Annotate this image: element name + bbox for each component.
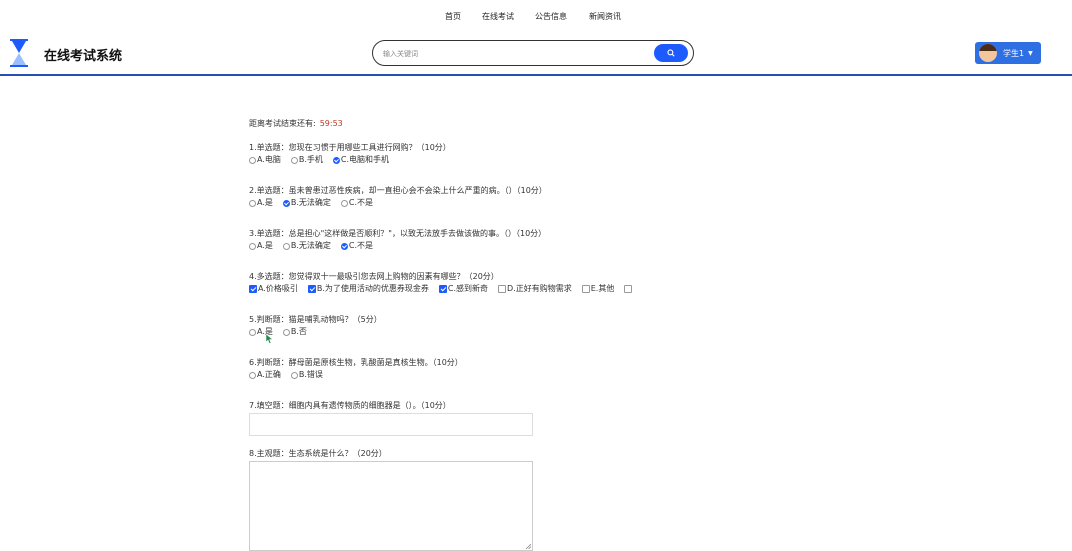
timer-value: 59:53	[319, 119, 343, 128]
exam-timer: 距离考试结束还有: 59:53	[249, 118, 343, 129]
option-q3-b[interactable]: B.无法确定	[282, 240, 331, 252]
option-q5-b[interactable]: B.否	[282, 326, 307, 338]
question-6: 6.判断题：酵母菌是原核生物，乳酸菌是真核生物。（10分） A.正确 B.错误	[249, 357, 463, 381]
option-q3-a[interactable]: A.是	[249, 240, 273, 252]
radio-unchecked-icon[interactable]	[290, 156, 298, 164]
option-q1-a[interactable]: A.电脑	[249, 154, 281, 166]
user-menu-button[interactable]: 学生1 ▼	[975, 42, 1041, 64]
checkbox-checked-icon[interactable]	[438, 285, 447, 293]
option-q2-c[interactable]: C.不是	[340, 197, 373, 209]
checkbox-unchecked-icon[interactable]	[498, 285, 507, 293]
radio-unchecked-icon[interactable]	[340, 199, 348, 207]
radio-unchecked-icon[interactable]	[290, 371, 298, 379]
chevron-down-icon: ▼	[1028, 49, 1033, 57]
option-q4-c[interactable]: C.感到新奇	[438, 283, 488, 295]
question-title: 8.主观题：生态系统是什么？（20分）	[249, 449, 387, 458]
checkbox-unchecked-icon[interactable]	[624, 285, 633, 293]
radio-checked-icon[interactable]	[282, 199, 290, 207]
checkbox-checked-icon[interactable]	[249, 285, 257, 293]
radio-checked-icon[interactable]	[340, 242, 348, 250]
question-8: 8.主观题：生态系统是什么？（20分）	[249, 448, 387, 460]
question-title: 5.判断题：猫是哺乳动物吗？（5分）	[249, 315, 382, 324]
question-3: 3.单选题：总是担心"这样做是否顺利？"，以致无法放手去做该做的事。（）（10分…	[249, 228, 546, 252]
option-q6-b[interactable]: B.错误	[290, 369, 323, 381]
checkbox-unchecked-icon[interactable]	[581, 285, 590, 293]
user-name: 学生1	[1003, 48, 1025, 58]
option-q2-a[interactable]: A.是	[249, 197, 273, 209]
option-q4-d[interactable]: D.正好有购物需求	[498, 283, 572, 295]
question-title: 1.单选题：您现在习惯于用哪些工具进行网购？（10分）	[249, 143, 451, 152]
nav-news[interactable]: 新闻资讯	[589, 11, 621, 22]
radio-checked-icon[interactable]	[332, 156, 340, 164]
option-q1-b[interactable]: B.手机	[290, 154, 323, 166]
essay-textarea[interactable]	[249, 461, 533, 551]
nav-home[interactable]: 首页	[445, 11, 461, 22]
fill-blank-input[interactable]	[249, 413, 533, 436]
option-q4-e[interactable]: E.其他	[581, 283, 614, 295]
hourglass-logo-icon	[10, 39, 28, 67]
radio-unchecked-icon[interactable]	[282, 242, 290, 250]
nav-announcements[interactable]: 公告信息	[535, 11, 567, 22]
radio-unchecked-icon[interactable]	[249, 328, 256, 336]
search-box	[372, 40, 694, 66]
question-title: 4.多选题：您觉得双十一最吸引您去网上购物的因素有哪些？（20分）	[249, 272, 499, 281]
radio-unchecked-icon[interactable]	[282, 328, 290, 336]
radio-unchecked-icon[interactable]	[249, 199, 256, 207]
top-nav: 首页 在线考试 公告信息 新闻资讯	[0, 0, 1072, 34]
nav-online-exam[interactable]: 在线考试	[482, 11, 514, 22]
mouse-cursor-icon	[266, 334, 274, 344]
radio-unchecked-icon[interactable]	[249, 156, 256, 164]
avatar	[979, 44, 997, 62]
resize-handle-icon[interactable]	[525, 543, 531, 549]
radio-unchecked-icon[interactable]	[249, 371, 256, 379]
search-input[interactable]	[383, 46, 643, 61]
option-q6-a[interactable]: A.正确	[249, 369, 281, 381]
question-7: 7.填空题：细胞内具有遗传物质的细胞器是（）。（10分）	[249, 400, 451, 412]
option-q2-b[interactable]: B.无法确定	[282, 197, 331, 209]
question-title: 3.单选题：总是担心"这样做是否顺利？"，以致无法放手去做该做的事。（）（10分…	[249, 229, 547, 238]
question-title: 7.填空题：细胞内具有遗传物质的细胞器是（）。（10分）	[249, 401, 451, 410]
search-icon	[667, 49, 675, 57]
question-title: 6.判断题：酵母菌是原核生物，乳酸菌是真核生物。（10分）	[249, 358, 463, 367]
timer-label: 距离考试结束还有:	[249, 119, 316, 128]
question-title: 2.单选题：虽未曾患过恶性疾病，却一直担心会不会染上什么严重的病。（）（10分）	[249, 186, 547, 195]
search-button[interactable]	[654, 44, 688, 62]
question-4: 4.多选题：您觉得双十一最吸引您去网上购物的因素有哪些？（20分） A.价格吸引…	[249, 271, 633, 295]
option-q3-c[interactable]: C.不是	[340, 240, 373, 252]
brand-title: 在线考试系统	[44, 49, 123, 64]
option-q4-a[interactable]: A.价格吸引	[249, 283, 298, 295]
checkbox-checked-icon[interactable]	[307, 285, 316, 293]
question-1: 1.单选题：您现在习惯于用哪些工具进行网购？（10分） A.电脑 B.手机 C.…	[249, 142, 451, 166]
option-q4-b[interactable]: B.为了使用活动的优惠券现金券	[307, 283, 429, 295]
radio-unchecked-icon[interactable]	[249, 242, 256, 250]
header: 在线考试系统 学生1 ▼	[0, 34, 1072, 76]
option-q1-c[interactable]: C.电脑和手机	[332, 154, 389, 166]
question-2: 2.单选题：虽未曾患过恶性疾病，却一直担心会不会染上什么严重的病。（）（10分）…	[249, 185, 547, 209]
